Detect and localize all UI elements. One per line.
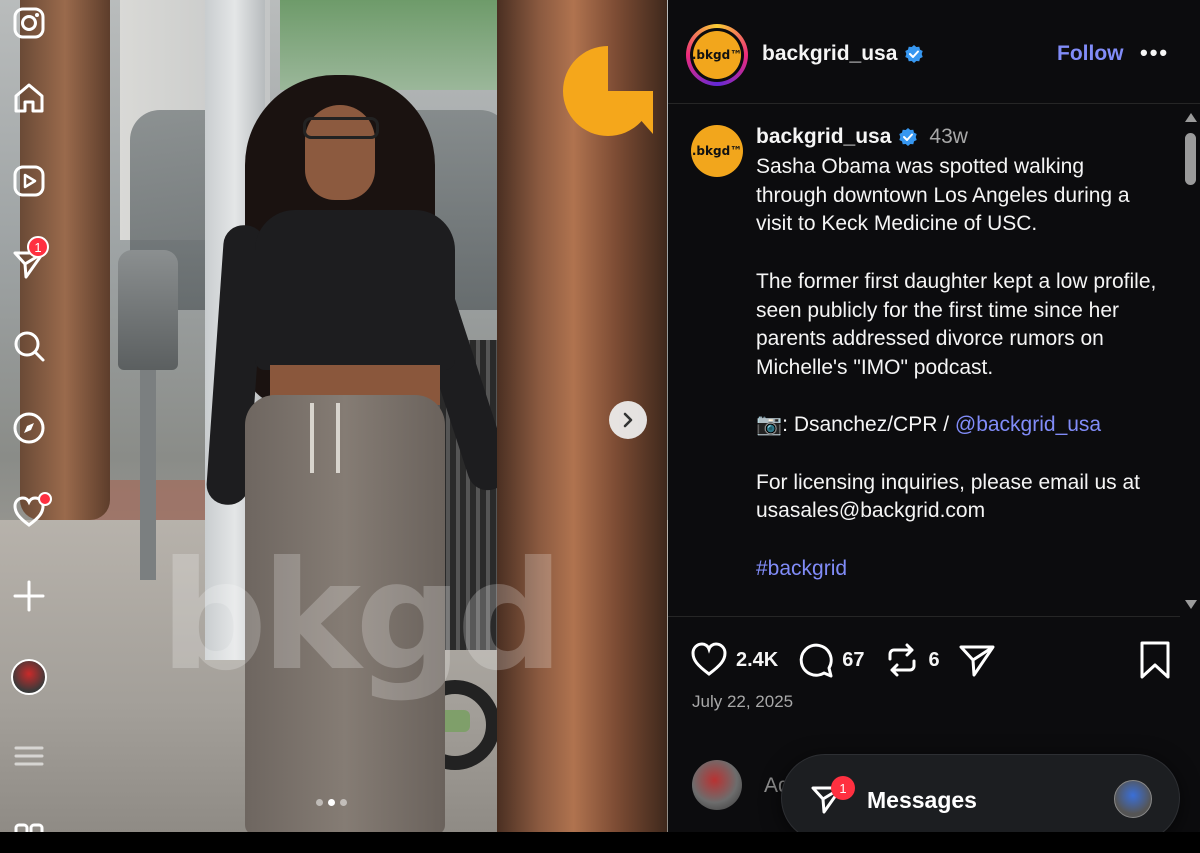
credit-mention-link[interactable]: @backgrid_usa	[955, 413, 1101, 436]
photo-subject	[205, 75, 525, 832]
share-button[interactable]	[958, 641, 996, 679]
caption-paragraph: The former first daughter kept a low pro…	[756, 269, 1157, 379]
chevron-right-icon	[623, 412, 633, 428]
nav-reels[interactable]	[9, 161, 49, 201]
credit-text: 📷: Dsanchez/CPR /	[756, 413, 955, 437]
repost-icon	[888, 643, 915, 677]
caption-text: Sasha Obama was spotted walking through …	[756, 153, 1161, 612]
carousel-dot	[340, 799, 347, 806]
caption-avatar-logo: .bkgd™	[691, 125, 743, 177]
nav-create[interactable]	[9, 576, 49, 616]
comment-count: 67	[842, 648, 865, 671]
caption-credit: 📷: Dsanchez/CPR / @backgrid_usa	[756, 411, 1161, 440]
backgrid-g-logo-icon	[563, 46, 653, 136]
messages-contact-avatar	[1114, 780, 1152, 818]
nav-home[interactable]	[9, 78, 49, 118]
like-icon	[691, 642, 727, 676]
nav-instagram-logo[interactable]	[9, 3, 49, 43]
current-user-avatar	[692, 760, 742, 810]
repost-button[interactable]: 6	[883, 641, 940, 679]
home-icon	[14, 83, 44, 113]
caption-username[interactable]: backgrid_usa	[756, 125, 891, 149]
left-nav: 1	[0, 0, 60, 853]
photo-watermark: bkgd	[160, 530, 564, 704]
repost-count: 6	[928, 648, 940, 671]
caption-header: backgrid_usa 43w	[756, 125, 968, 149]
caption-paragraph: Sasha Obama was spotted walking through …	[756, 155, 1130, 236]
instagram-icon	[13, 7, 45, 39]
nav-explore[interactable]	[9, 408, 49, 448]
carousel-dot	[316, 799, 323, 806]
header-avatar-story-ring[interactable]: .bkgd™	[686, 24, 748, 86]
share-icon	[959, 645, 995, 677]
post-date: July 22, 2025	[692, 692, 794, 711]
like-button[interactable]: 2.4K	[690, 641, 778, 679]
verified-icon	[899, 128, 918, 146]
search-icon	[14, 331, 45, 362]
caption-avatar[interactable]: .bkgd™	[691, 125, 743, 177]
messages-badge: 1	[831, 776, 855, 800]
caption-scroll-area[interactable]: .bkgd™ backgrid_usa 43w Sasha Obama was …	[668, 105, 1200, 617]
post-actions: 2.4K 67 6	[690, 640, 1014, 680]
header-username-row: backgrid_usa	[762, 42, 924, 66]
comment-button[interactable]: 67	[796, 641, 865, 679]
header-avatar: .bkgd™	[692, 31, 742, 79]
hashtag-link[interactable]: #backgrid	[756, 555, 1161, 584]
reels-icon	[13, 165, 45, 197]
carousel-dot-active	[328, 799, 335, 806]
post-detail-panel: .bkgd™ backgrid_usa Follow ••• .bkgd™ ba…	[668, 0, 1200, 832]
post-photo[interactable]: bkgd	[0, 0, 668, 832]
carousel-next-button[interactable]	[609, 401, 647, 439]
scroll-down-arrow[interactable]	[1185, 600, 1197, 609]
caption-licensing: For licensing inquiries, please email us…	[756, 470, 1141, 523]
caption-scrollbar[interactable]	[1180, 105, 1200, 617]
notifications-badge: 1	[27, 236, 49, 258]
verified-icon	[905, 45, 924, 63]
messages-label: Messages	[867, 787, 977, 813]
nav-menu[interactable]	[9, 736, 49, 776]
create-icon	[13, 580, 45, 612]
caption-time-ago[interactable]: 43w	[929, 125, 968, 149]
like-count: 2.4K	[736, 648, 779, 671]
more-options-button[interactable]: •••	[1140, 40, 1169, 66]
bookmark-icon[interactable]	[1136, 640, 1174, 680]
menu-icon	[14, 746, 44, 766]
scroll-thumb[interactable]	[1185, 133, 1196, 185]
comment-icon	[799, 643, 833, 678]
header-username[interactable]: backgrid_usa	[762, 42, 897, 66]
follow-button[interactable]: Follow	[1057, 42, 1124, 66]
explore-icon	[13, 412, 45, 444]
nav-search[interactable]	[9, 326, 49, 366]
nav-profile-avatar[interactable]	[11, 659, 47, 695]
bottom-strip	[0, 832, 1200, 853]
post-header: .bkgd™ backgrid_usa Follow •••	[668, 0, 1200, 104]
scroll-up-arrow[interactable]	[1185, 113, 1197, 122]
carousel-dots	[316, 799, 347, 806]
notifications-dot	[38, 492, 52, 506]
messages-drawer-button[interactable]: 1 Messages	[781, 754, 1180, 842]
